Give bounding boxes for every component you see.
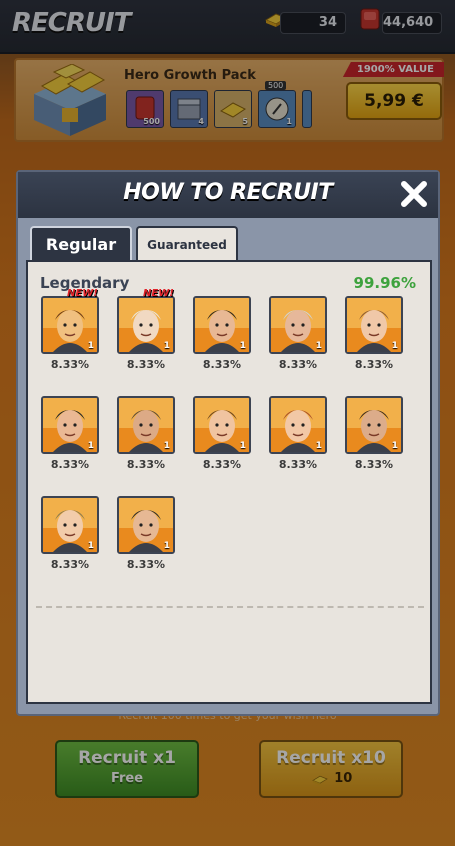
hero-portrait: 1: [41, 396, 99, 454]
hero-level: 1: [239, 341, 246, 351]
hero-card[interactable]: 1 8.33%: [41, 396, 99, 471]
tab-regular[interactable]: Regular: [30, 226, 132, 260]
hero-rate: 8.33%: [354, 458, 394, 471]
rates-panel: Legendary 99.96% NEW! 1 8.33% NEW! 1 8.33% 1 8.…: [26, 260, 432, 704]
hero-card[interactable]: NEW! 1 8.33%: [117, 288, 175, 371]
hero-card[interactable]: 1 8.33%: [193, 296, 251, 371]
hero-portrait: 1: [117, 396, 175, 454]
hero-rate: 8.33%: [50, 458, 90, 471]
hero-level: 1: [163, 341, 170, 351]
divider: [36, 606, 424, 608]
hero-level: 1: [391, 441, 398, 451]
hero-level: 1: [391, 341, 398, 351]
hero-portrait: 1: [193, 296, 251, 354]
new-badge: NEW!: [143, 288, 174, 299]
hero-portrait: 1: [41, 496, 99, 554]
hero-card[interactable]: 1 8.33%: [345, 296, 403, 371]
new-badge: NEW!: [67, 288, 98, 299]
hero-portrait: 1: [269, 396, 327, 454]
hero-level: 1: [315, 441, 322, 451]
hero-card[interactable]: 1 8.33%: [117, 396, 175, 471]
hero-card[interactable]: 1 8.33%: [269, 296, 327, 371]
hero-card[interactable]: 1 8.33%: [117, 496, 175, 571]
hero-rate: 8.33%: [50, 558, 90, 571]
recruit-screen: RECRUIT 34 44,640 Hero Growth Pack 1900%…: [0, 0, 455, 846]
hero-portrait: 1: [345, 296, 403, 354]
hero-portrait: 1: [269, 296, 327, 354]
modal-title: HOW TO RECRUIT: [123, 180, 333, 205]
tab-guaranteed[interactable]: Guaranteed: [136, 226, 238, 260]
hero-rate: 8.33%: [202, 358, 242, 371]
hero-rate: 8.33%: [126, 358, 166, 371]
hero-rate: 8.33%: [278, 358, 318, 371]
hero-card[interactable]: 1 8.33%: [193, 396, 251, 471]
rarity-rate: 99.96%: [353, 274, 416, 292]
hero-rate: 8.33%: [126, 558, 166, 571]
hero-card[interactable]: NEW! 1 8.33%: [41, 288, 99, 371]
hero-card[interactable]: 1 8.33%: [41, 496, 99, 571]
hero-rate: 8.33%: [354, 358, 394, 371]
hero-portrait: 1: [117, 496, 175, 554]
hero-rate: 8.33%: [202, 458, 242, 471]
hero-level: 1: [163, 541, 170, 551]
hero-level: 1: [87, 441, 94, 451]
hero-portrait: 1: [345, 396, 403, 454]
hero-rate: 8.33%: [126, 458, 166, 471]
close-icon[interactable]: [398, 178, 430, 210]
hero-level: 1: [87, 341, 94, 351]
hero-card[interactable]: 1 8.33%: [345, 396, 403, 471]
hero-portrait: 1: [193, 396, 251, 454]
hero-portrait: 1: [41, 296, 99, 354]
hero-rate: 8.33%: [278, 458, 318, 471]
hero-level: 1: [315, 341, 322, 351]
hero-level: 1: [163, 441, 170, 451]
hero-level: 1: [239, 441, 246, 451]
hero-card[interactable]: 1 8.33%: [269, 396, 327, 471]
modal-header: HOW TO RECRUIT: [18, 172, 438, 218]
hero-portrait: 1: [117, 296, 175, 354]
hero-rate: 8.33%: [50, 358, 90, 371]
how-to-recruit-modal: HOW TO RECRUIT Regular Guaranteed Legend…: [16, 170, 440, 716]
hero-level: 1: [87, 541, 94, 551]
